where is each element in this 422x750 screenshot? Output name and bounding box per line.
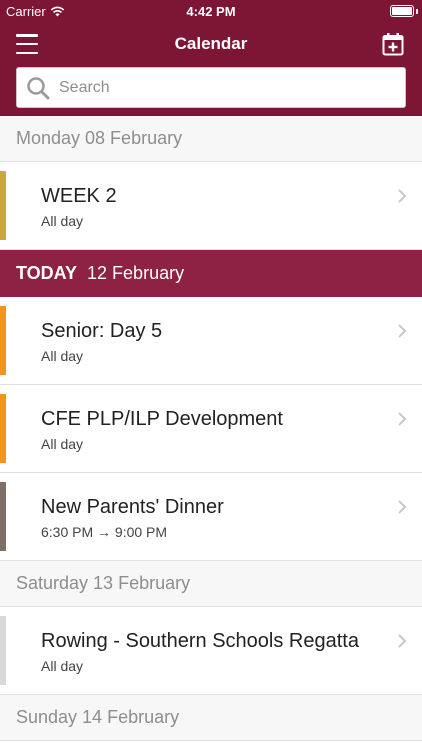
event-list[interactable]: Monday 08 February WEEK 2 All day TODAY …	[0, 116, 422, 741]
chevron-right-icon	[398, 412, 407, 426]
event-title: New Parents' Dinner	[41, 496, 224, 518]
event-row-senior-day-5[interactable]: Senior: Day 5 All day	[0, 297, 422, 385]
event-color-bar	[0, 482, 6, 551]
event-row-new-parents-dinner[interactable]: New Parents' Dinner 6:30 PM → 9:00 PM	[0, 473, 422, 561]
event-row-cfe-plp-ilp[interactable]: CFE PLP/ILP Development All day	[0, 385, 422, 473]
event-row-rowing-regatta[interactable]: Rowing - Southern Schools Regatta All da…	[0, 607, 422, 695]
section-date: Monday 08 February	[16, 128, 183, 148]
app: Carrier 4:42 PM Calendar Search Monday 0…	[0, 0, 422, 750]
event-title: Rowing - Southern Schools Regatta	[41, 630, 359, 652]
event-time: All day	[41, 348, 84, 364]
header: Carrier 4:42 PM Calendar	[0, 0, 422, 116]
event-row-week-2[interactable]: WEEK 2 All day	[0, 162, 422, 250]
section-date: Sunday 14 February	[16, 707, 180, 727]
section-header-today: TODAY 12 February	[0, 250, 422, 297]
event-color-bar	[0, 306, 6, 375]
calendar-add-icon[interactable]	[382, 32, 404, 56]
battery-icon	[390, 5, 414, 17]
navbar: Calendar	[0, 22, 422, 66]
search-bar	[16, 67, 406, 108]
section-header-monday: Monday 08 February	[0, 116, 422, 162]
chevron-right-icon	[398, 500, 407, 514]
chevron-right-icon	[398, 324, 407, 338]
search-icon	[27, 77, 50, 100]
chevron-right-icon	[398, 634, 407, 648]
today-label: TODAY	[16, 263, 78, 283]
event-color-bar	[0, 616, 6, 685]
section-header-sunday: Sunday 14 February	[0, 695, 422, 741]
status-time: 4:42 PM	[186, 4, 236, 19]
event-time: All day	[41, 436, 84, 452]
event-time: All day	[41, 213, 84, 229]
event-title: Senior: Day 5	[41, 320, 163, 342]
event-color-bar	[0, 171, 6, 240]
search-input[interactable]	[59, 68, 399, 107]
event-time: All day	[41, 658, 84, 674]
event-time: 6:30 PM → 9:00 PM	[41, 524, 168, 540]
section-header-saturday: Saturday 13 February	[0, 561, 422, 607]
event-color-bar	[0, 394, 6, 463]
event-title: CFE PLP/ILP Development	[41, 408, 283, 430]
section-date: Saturday 13 February	[16, 573, 191, 593]
event-title: WEEK 2	[41, 185, 117, 207]
status-bar: Carrier 4:42 PM	[0, 0, 422, 22]
battery-tip	[416, 9, 418, 14]
section-date: 12 February	[87, 263, 185, 283]
chevron-right-icon	[398, 189, 407, 203]
page-title: Calendar	[174, 34, 248, 53]
